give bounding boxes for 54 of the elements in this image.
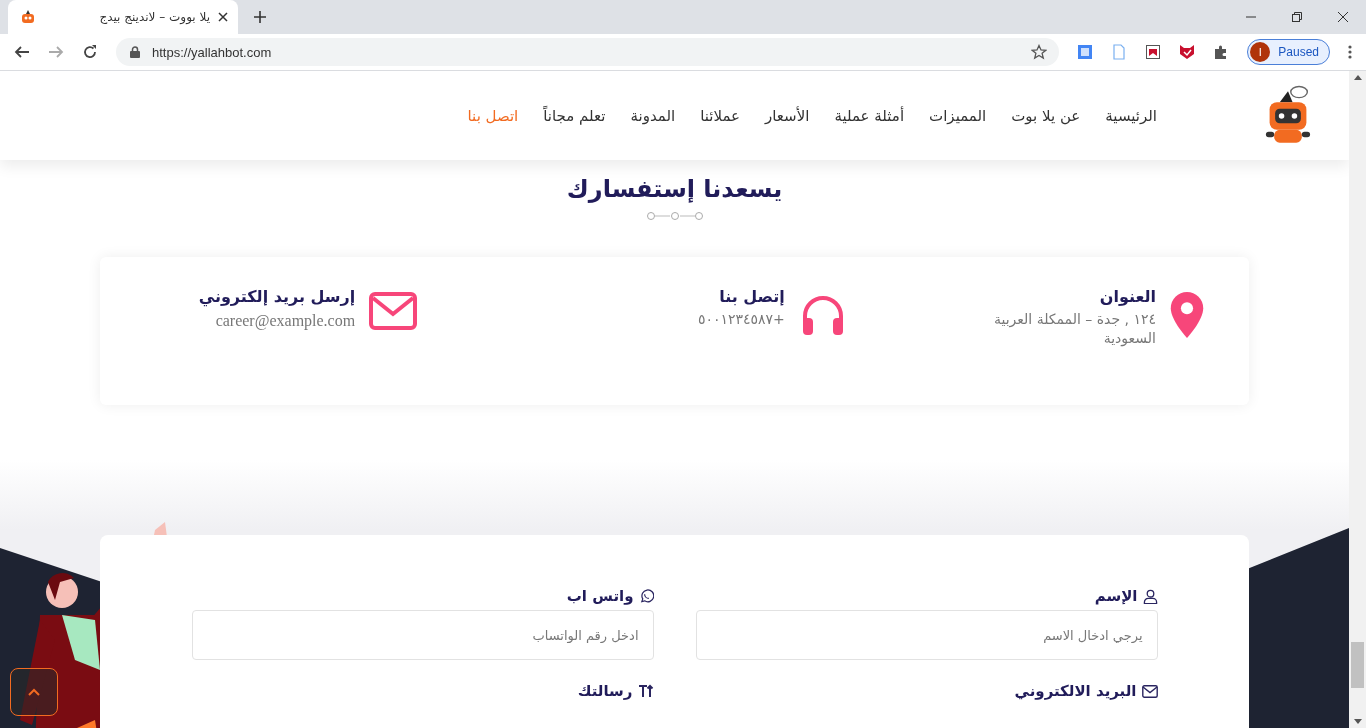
new-tab-icon[interactable] bbox=[254, 11, 266, 23]
menu-icon[interactable] bbox=[1348, 44, 1352, 60]
field-label: الإسم bbox=[1094, 587, 1138, 605]
back-icon[interactable] bbox=[14, 44, 30, 60]
star-icon[interactable] bbox=[1031, 44, 1048, 60]
field-label: البريد الالكتروني bbox=[1014, 682, 1137, 700]
shield-extension-icon[interactable] bbox=[1145, 44, 1162, 60]
profile-status: Paused bbox=[1278, 45, 1319, 59]
restore-icon[interactable] bbox=[1292, 12, 1302, 22]
chevron-up-icon bbox=[28, 688, 40, 696]
close-icon[interactable] bbox=[1338, 12, 1348, 22]
contact-detail: career@example.com bbox=[214, 311, 356, 332]
nav-link[interactable]: المميزات bbox=[929, 106, 987, 125]
contact-detail: +٥٠٠١٢٣٤٥٨٧ bbox=[696, 310, 785, 329]
envelope-icon bbox=[1141, 684, 1158, 698]
scrollbar-thumb[interactable] bbox=[1351, 642, 1364, 688]
nav-link[interactable]: عملائنا bbox=[700, 106, 741, 125]
scroll-up-arrow-icon[interactable] bbox=[1353, 75, 1362, 80]
user-icon bbox=[1142, 588, 1158, 604]
contact-title: العنوان bbox=[1098, 287, 1156, 306]
field-label: رسالتك bbox=[577, 682, 633, 700]
contact-title: إتصل بنا bbox=[718, 287, 785, 306]
tab-title: يلا بووت – لاندينج بيدج bbox=[98, 10, 210, 24]
nav-link[interactable]: الرئيسية bbox=[1105, 106, 1157, 125]
nav-link[interactable]: المدونة bbox=[630, 106, 676, 125]
field-label: واتس اب bbox=[566, 587, 634, 605]
browser-tab[interactable]: يلا بووت – لاندينج بيدج bbox=[8, 0, 238, 34]
scrollbar[interactable] bbox=[1349, 71, 1366, 728]
input-field[interactable]: يرجي ادخال الاسم bbox=[695, 610, 1158, 660]
location-pin-icon bbox=[1170, 292, 1204, 338]
contact-title: إرسل بريد إلكتروني bbox=[197, 287, 356, 306]
input-field[interactable]: ادخل رقم الواتساب bbox=[191, 610, 654, 660]
lock-icon bbox=[130, 46, 140, 58]
close-tab-icon[interactable] bbox=[218, 12, 228, 22]
nav-link[interactable]: الأسعار bbox=[765, 106, 810, 125]
text-size-icon bbox=[637, 684, 654, 698]
envelope-icon bbox=[369, 292, 418, 330]
contact-detail: ١٢٤ , جدة – الممكلة العربية السعودية bbox=[992, 310, 1156, 348]
profile-avatar: I bbox=[1250, 42, 1271, 62]
reload-icon[interactable] bbox=[82, 44, 98, 60]
nav-link[interactable]: تعلم مجاناً bbox=[543, 106, 606, 125]
document-extension-icon[interactable] bbox=[1077, 44, 1094, 60]
nav-link[interactable]: عن يلا بوت bbox=[1011, 106, 1081, 125]
address-bar[interactable]: https://yallahbot.com bbox=[116, 38, 1060, 66]
url-text: https://yallahbot.com bbox=[152, 44, 272, 60]
dots-divider-icon bbox=[646, 211, 703, 221]
section-title: يسعدنا إستفسارك bbox=[566, 175, 783, 203]
profile-button[interactable]: I Paused bbox=[1247, 39, 1330, 65]
scroll-to-top-button[interactable] bbox=[10, 668, 58, 716]
robot-favicon-icon bbox=[20, 9, 36, 25]
fox-extension-icon[interactable] bbox=[1179, 44, 1196, 60]
scroll-down-arrow-icon[interactable] bbox=[1353, 719, 1362, 724]
whatsapp-icon bbox=[638, 588, 654, 604]
nav-link[interactable]: أمثلة عملية bbox=[834, 106, 905, 125]
